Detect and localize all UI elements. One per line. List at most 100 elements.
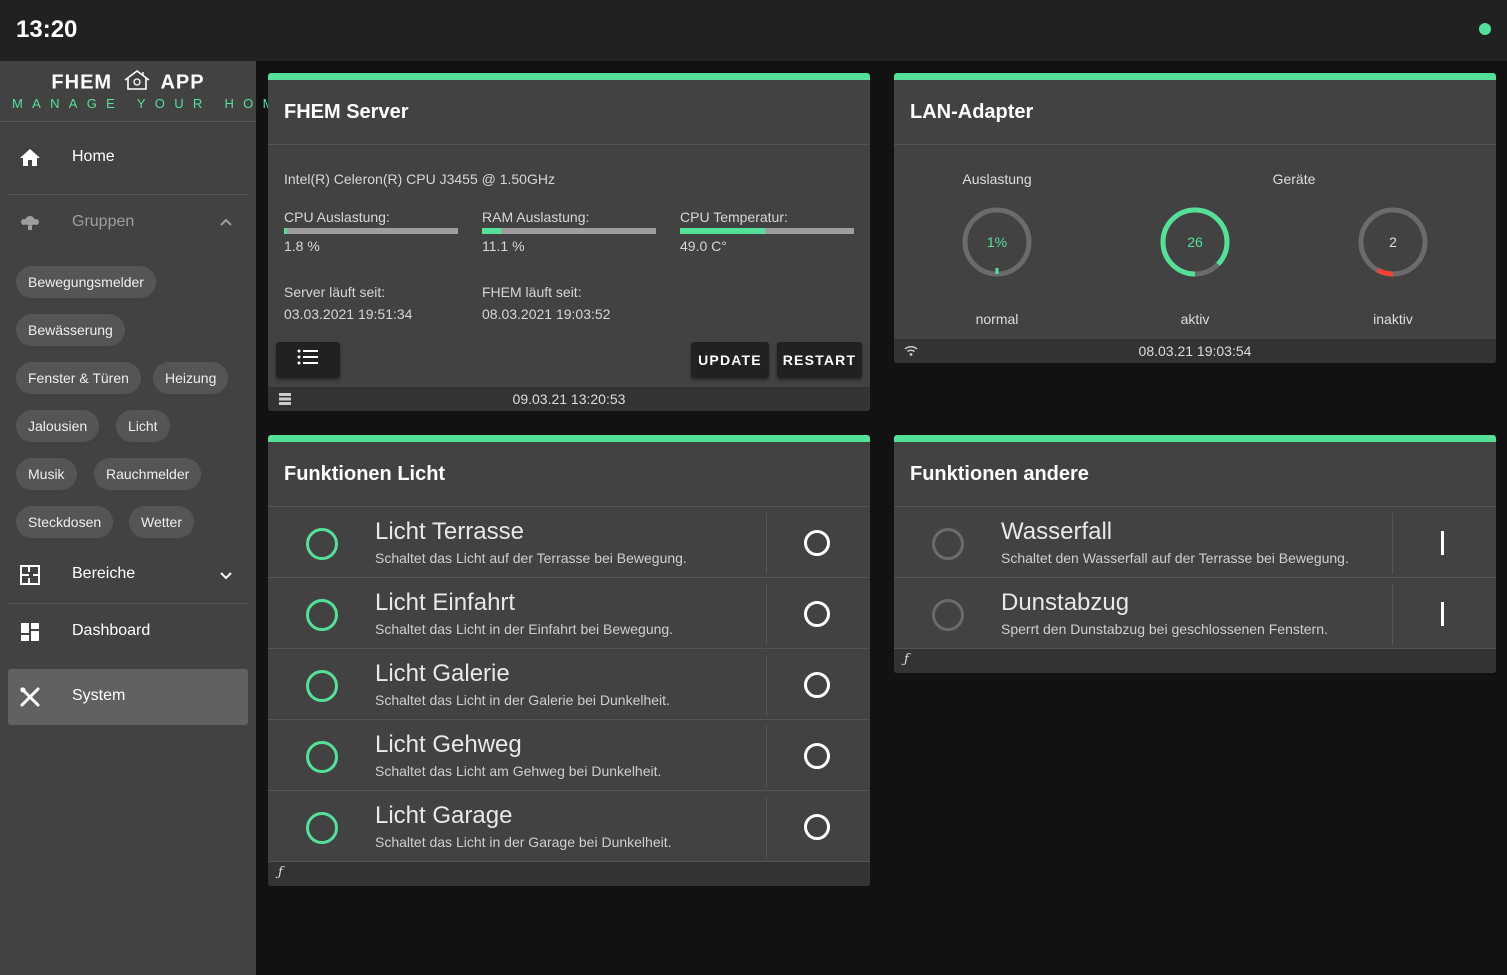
item-description: Sperrt den Dunstabzug bei geschlossenen … — [1001, 621, 1328, 637]
power-toggle-button[interactable] — [804, 601, 830, 627]
chip-heizung[interactable]: Heizung — [153, 362, 229, 394]
fhem-uptime-value: 08.03.2021 19:03:52 — [482, 306, 611, 322]
item-description: Schaltet das Licht auf der Terrasse bei … — [375, 550, 687, 566]
card-title: LAN-Adapter — [910, 101, 1034, 123]
chip-jalousien[interactable]: Jalousien — [16, 410, 100, 442]
item-description: Schaltet das Licht in der Galerie bei Du… — [375, 692, 670, 708]
aktiv-value: 26 — [1187, 234, 1203, 250]
item-title: Licht Garage — [375, 802, 513, 829]
card-title: Funktionen Licht — [284, 463, 446, 485]
nav-system[interactable]: System — [8, 669, 248, 725]
nav-gruppen[interactable]: Gruppen — [8, 195, 248, 251]
funktionen-licht-card: Funktionen Licht Licht Terrasse Schaltet… — [268, 435, 870, 886]
nav-bereiche[interactable]: Bereiche — [8, 547, 248, 603]
power-toggle-button[interactable] — [804, 743, 830, 769]
power-toggle-button[interactable] — [1441, 531, 1444, 555]
list-item: Licht Garage Schaltet das Licht in der G… — [268, 791, 870, 862]
house-logo-icon — [123, 69, 151, 97]
clock: 13:20 — [16, 16, 78, 43]
nav-system-label: System — [72, 687, 126, 704]
item-description: Schaltet das Licht in der Garage bei Dun… — [375, 834, 672, 850]
chevron-up-icon — [214, 211, 238, 235]
list-item: Licht Terrasse Schaltet das Licht auf de… — [268, 507, 870, 578]
list-icon — [297, 343, 319, 379]
chip-musik[interactable]: Musik — [16, 458, 77, 490]
connection-status-dot — [1479, 23, 1491, 35]
item-title: Licht Terrasse — [375, 518, 524, 545]
item-title: Licht Galerie — [375, 660, 510, 687]
cpu-bar — [284, 228, 458, 234]
nav-dashboard[interactable]: Dashboard — [8, 604, 248, 660]
fhem-server-card: FHEM Server Intel(R) Celeron(R) CPU J345… — [268, 73, 870, 411]
server-timestamp: 09.03.21 13:20:53 — [512, 391, 626, 407]
power-toggle-button[interactable] — [804, 672, 830, 698]
cpu-value: 1.8 % — [284, 238, 320, 254]
temp-bar — [680, 228, 854, 234]
list-item: Licht Einfahrt Schaltet das Licht in der… — [268, 578, 870, 649]
aktiv-caption: aktiv — [1180, 311, 1210, 327]
restart-button[interactable]: RESTART — [777, 342, 862, 378]
item-description: Schaltet den Wasserfall auf der Terrasse… — [1001, 550, 1349, 566]
lan-timestamp: 08.03.21 19:03:54 — [1138, 343, 1252, 359]
chip-licht[interactable]: Licht — [116, 410, 170, 442]
inaktiv-caption: inaktiv — [1373, 311, 1413, 327]
nav-home[interactable]: Home — [8, 130, 248, 186]
list-item: Dunstabzug Sperrt den Dunstabzug bei ges… — [894, 578, 1496, 649]
floorplan-icon — [18, 563, 42, 587]
fhem-uptime-label: FHEM läuft seit: — [482, 284, 582, 300]
function-icon: ƒ — [278, 865, 283, 880]
card-title: FHEM Server — [284, 101, 409, 123]
item-title: Wasserfall — [1001, 518, 1113, 545]
chip-rauchmelder[interactable]: Rauchmelder — [94, 458, 202, 490]
auslastung-label: Auslastung — [962, 171, 1032, 187]
auslastung-value: 1% — [986, 234, 1008, 250]
chip-bewaesserung[interactable]: Bewässerung — [16, 314, 125, 346]
item-title: Dunstabzug — [1001, 589, 1130, 616]
auslastung-caption: normal — [975, 311, 1019, 327]
lightbulb-group-icon — [18, 211, 42, 235]
status-on-icon — [306, 670, 338, 702]
list-item: Wasserfall Schaltet den Wasserfall auf d… — [894, 507, 1496, 578]
status-on-icon — [306, 599, 338, 631]
lan-adapter-card: LAN-Adapter Auslastung Geräte 1% 26 2 no… — [894, 73, 1496, 363]
brand-subtitle: MANAGE YOUR HOME — [12, 96, 301, 111]
ram-value: 11.1 % — [482, 238, 525, 254]
chip-bewegungsmelder[interactable]: Bewegungsmelder — [16, 266, 156, 298]
cpu-label: CPU Auslastung: — [284, 209, 390, 225]
uptime-value: 03.03.2021 19:51:34 — [284, 306, 413, 322]
function-icon: ƒ — [904, 652, 909, 667]
chip-fenster-tueren[interactable]: Fenster & Türen — [16, 362, 141, 394]
home-icon — [18, 146, 42, 170]
sidebar: FHEM APP MANAGE YOUR HOME Home Gruppen B… — [0, 61, 291, 975]
log-list-button[interactable] — [276, 342, 340, 378]
ram-bar — [482, 228, 656, 234]
chip-wetter[interactable]: Wetter — [129, 506, 194, 538]
temp-label: CPU Temperatur: — [680, 209, 788, 225]
list-item: Licht Galerie Schaltet das Licht in der … — [268, 649, 870, 720]
status-on-icon — [306, 528, 338, 560]
nav-dashboard-label: Dashboard — [72, 622, 151, 639]
status-on-icon — [306, 812, 338, 844]
top-bar: 13:20 — [0, 0, 1507, 61]
status-off-icon — [932, 528, 964, 560]
uptime-label: Server läuft seit: — [284, 284, 386, 300]
ram-label: RAM Auslastung: — [482, 209, 590, 225]
chevron-down-icon — [214, 563, 238, 587]
tools-icon — [18, 685, 42, 709]
status-on-icon — [306, 741, 338, 773]
power-toggle-button[interactable] — [804, 530, 830, 556]
item-title: Licht Gehweg — [375, 731, 522, 758]
brand-left: FHEM — [51, 71, 113, 94]
item-description: Schaltet das Licht am Gehweg bei Dunkelh… — [375, 763, 662, 779]
chip-steckdosen[interactable]: Steckdosen — [16, 506, 114, 538]
app-logo[interactable]: FHEM APP MANAGE YOUR HOME — [0, 61, 291, 122]
power-toggle-button[interactable] — [804, 814, 830, 840]
temp-value: 49.0 C° — [680, 238, 727, 254]
nav-bereiche-label: Bereiche — [72, 565, 136, 582]
power-toggle-button[interactable] — [1441, 602, 1444, 626]
nav-home-label: Home — [72, 148, 115, 165]
update-button[interactable]: UPDATE — [691, 342, 769, 378]
status-off-icon — [932, 599, 964, 631]
dashboard-icon — [18, 620, 42, 644]
item-description: Schaltet das Licht in der Einfahrt bei B… — [375, 621, 674, 637]
